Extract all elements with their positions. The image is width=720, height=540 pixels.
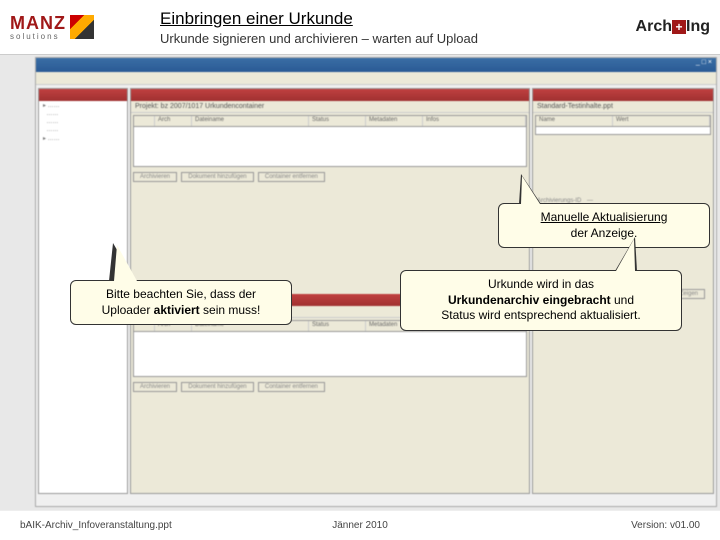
- main-title: [131, 89, 529, 101]
- slide-footer: bAIK-Archiv_Infoveranstaltung.ppt Jänner…: [0, 510, 720, 540]
- slide-header: MANZ solutions Einbringen einer Urkunde …: [0, 0, 720, 55]
- callout-manual-refresh: Manuelle Aktualisierung der Anzeige.: [498, 203, 710, 248]
- add-doc-button[interactable]: Dokument hinzufügen: [181, 172, 253, 182]
- right-grid-head: Name Wert: [535, 115, 711, 135]
- callout-pointer-icon: [519, 174, 541, 204]
- add-doc-button-2[interactable]: Dokument hinzufügen: [181, 382, 253, 392]
- footer-version: Version: v01.00: [631, 520, 700, 531]
- archive-button-2[interactable]: Archivieren: [133, 382, 177, 392]
- remove-container-button[interactable]: Container entfernen: [258, 172, 325, 182]
- window-titlebar: _ □ ×: [36, 58, 716, 72]
- callout-uploader-active: Bitte beachten Sie, dass der Uploader ak…: [70, 280, 292, 325]
- footer-date: Jänner 2010: [332, 520, 388, 531]
- logo-left: MANZ solutions: [10, 13, 140, 41]
- window-toolbar: [36, 72, 716, 85]
- screenshot-area: _ □ × ▸ …… …… …… …… ▸ …… Projekt: bz 200…: [0, 55, 720, 510]
- project-bar-1: Projekt: bz 2007/1017 Urkundencontainer: [131, 101, 529, 113]
- page-subtitle: Urkunde signieren und archivieren – wart…: [160, 31, 600, 46]
- title-block: Einbringen einer Urkunde Urkunde signier…: [140, 9, 600, 46]
- logo-right: Arch+Ing: [600, 18, 710, 36]
- grid-1: Arch Dateiname Status Metadaten Infos: [133, 115, 527, 167]
- callout-pointer-icon: [615, 237, 637, 271]
- logo-left-text: MANZ: [10, 13, 66, 34]
- right-filename: Standard-Testinhalte.ppt: [533, 101, 713, 113]
- right-title: [533, 89, 713, 101]
- plus-icon: +: [672, 20, 686, 34]
- footer-filename: bAIK-Archiv_Infoveranstaltung.ppt: [20, 520, 172, 531]
- callout-pointer-icon: [109, 243, 135, 281]
- callout-archive-status: Urkunde wird in das Urkundenarchiv einge…: [400, 270, 682, 331]
- tree-title: [39, 89, 127, 101]
- page-title: Einbringen einer Urkunde: [160, 9, 600, 29]
- button-row-1: Archivieren Dokument hinzufügen Containe…: [131, 169, 529, 184]
- logo-left-sub: solutions: [10, 32, 66, 41]
- remove-container-button-2[interactable]: Container entfernen: [258, 382, 325, 392]
- logo-left-icon: [70, 15, 94, 39]
- archive-button[interactable]: Archivieren: [133, 172, 177, 182]
